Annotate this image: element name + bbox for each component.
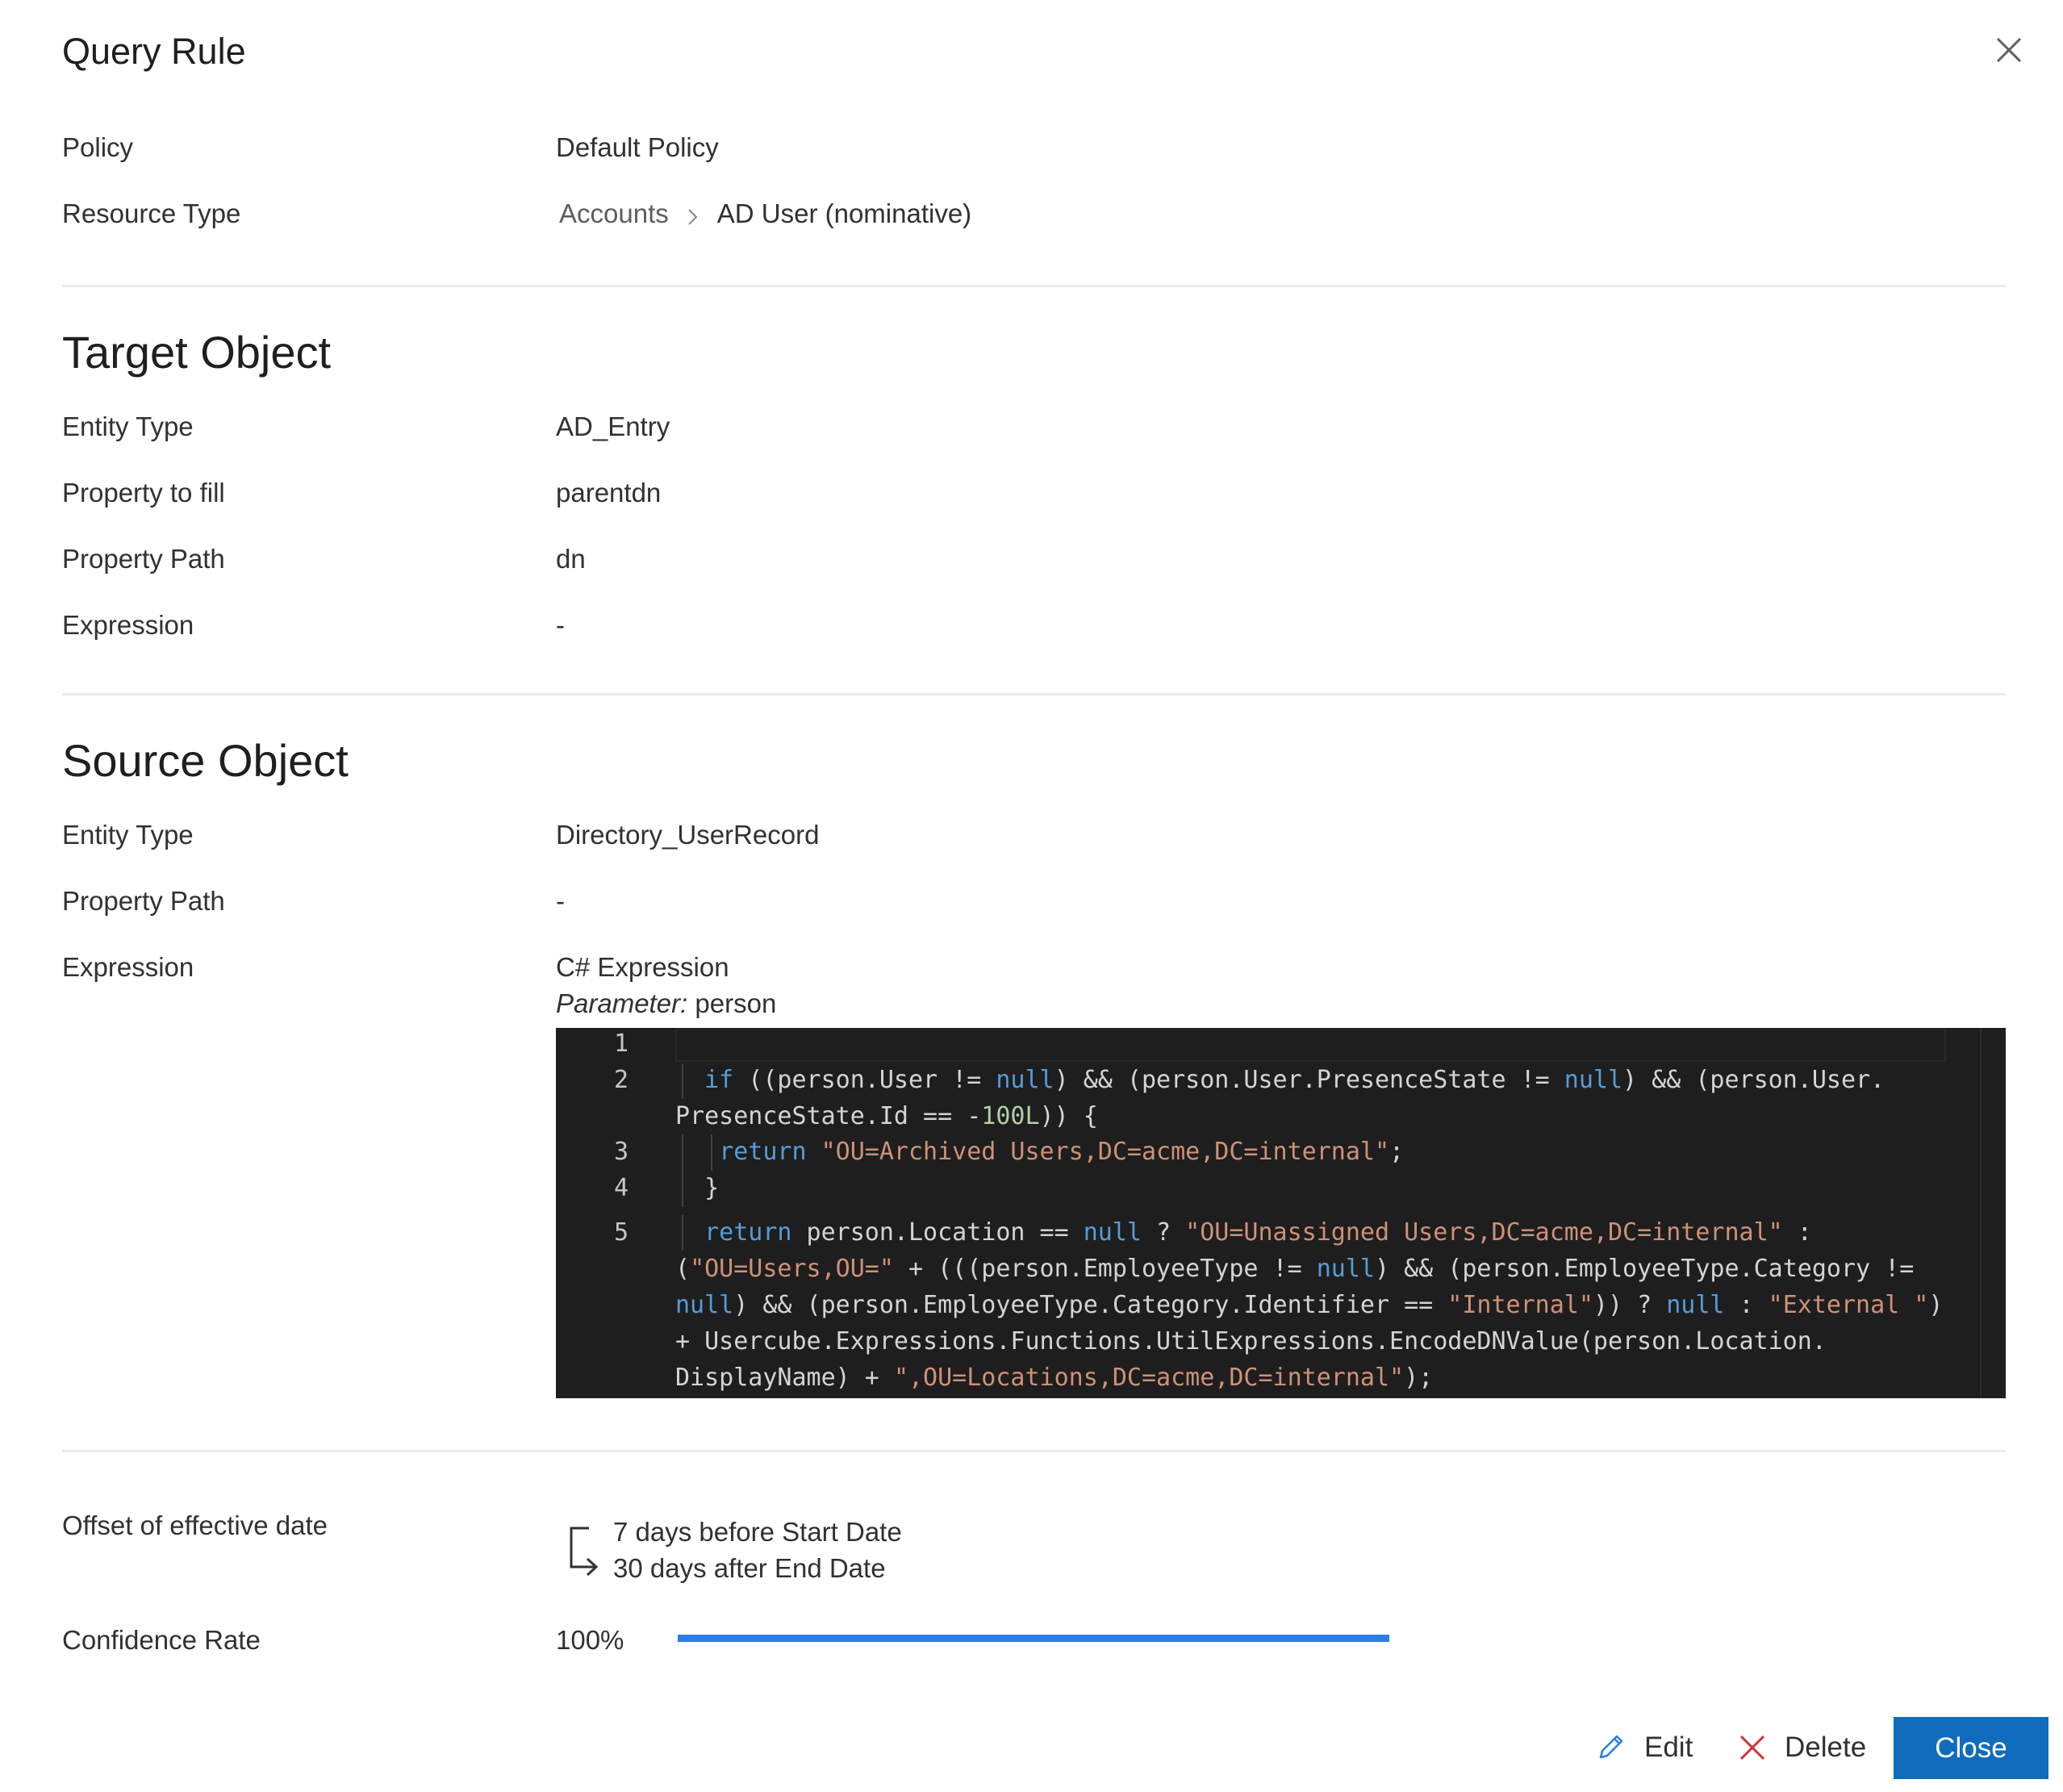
divider	[62, 1450, 2006, 1452]
close-button[interactable]: Close	[1894, 1717, 2048, 1779]
code-line: null) && (person.EmployeeType.Category.I…	[675, 1291, 1944, 1319]
breadcrumb-item-accounts[interactable]: Accounts	[559, 198, 669, 229]
editor-scrollbar[interactable]	[1980, 1028, 2006, 1398]
code-line: }	[675, 1174, 720, 1202]
delete-button[interactable]: Delete	[1738, 1731, 1866, 1764]
resource-type-label: Resource Type	[62, 198, 241, 228]
delete-x-icon	[1739, 1735, 1765, 1761]
line-number: 1	[613, 1030, 629, 1058]
offset-arrow-icon	[566, 1523, 602, 1581]
offset-after: 30 days after End Date	[613, 1553, 886, 1583]
target-property-path-value: dn	[556, 544, 586, 574]
parameter-value: person	[695, 988, 777, 1018]
target-object-heading: Target Object	[62, 327, 332, 378]
resource-type-breadcrumb: Accounts AD User (nominative)	[559, 198, 971, 229]
dialog-title: Query Rule	[62, 31, 246, 72]
edit-button[interactable]: Edit	[1594, 1731, 1693, 1764]
target-expression-label: Expression	[62, 610, 194, 640]
chevron-right-icon	[682, 203, 703, 225]
source-expression-label: Expression	[62, 952, 194, 982]
source-property-path-label: Property Path	[62, 886, 225, 916]
code-line: PresenceState.Id == -100L)) {	[675, 1102, 1098, 1130]
code-line: ("OU=Users,OU=" + (((person.EmployeeType…	[675, 1255, 1915, 1283]
code-line: return person.Location == null ? "OU=Una…	[704, 1218, 1812, 1247]
close-button-label: Close	[1935, 1731, 2007, 1764]
source-entity-type-value: Directory_UserRecord	[556, 820, 820, 850]
delete-label: Delete	[1785, 1731, 1867, 1763]
pencil-icon	[1599, 1735, 1623, 1759]
confidence-progress-fill	[678, 1635, 1389, 1642]
source-object-heading: Source Object	[62, 735, 349, 786]
confidence-progress-bar	[678, 1635, 1389, 1642]
query-rule-dialog: Query Rule Policy Default Policy Resourc…	[0, 0, 2063, 1792]
property-to-fill-label: Property to fill	[62, 478, 225, 508]
policy-label: Policy	[62, 132, 134, 162]
divider	[62, 693, 2006, 695]
parameter-label: Parameter:	[556, 988, 688, 1018]
policy-value: Default Policy	[556, 132, 719, 162]
target-property-path-label: Property Path	[62, 544, 225, 574]
line-number: 3	[613, 1138, 629, 1166]
offset-before: 7 days before Start Date	[613, 1517, 902, 1547]
code-line: return "OU=Archived Users,DC=acme,DC=int…	[719, 1138, 1405, 1166]
line-number: 5	[613, 1218, 629, 1247]
source-entity-type-label: Entity Type	[62, 820, 194, 850]
edit-label: Edit	[1644, 1731, 1693, 1763]
source-property-path-value: -	[556, 886, 565, 916]
confidence-label: Confidence Rate	[62, 1625, 261, 1655]
target-expression-value: -	[556, 610, 565, 640]
active-line-highlight	[675, 1028, 1946, 1062]
close-icon[interactable]	[1993, 34, 2025, 66]
code-line: DisplayName) + ",OU=Locations,DC=acme,DC…	[675, 1364, 1434, 1392]
divider	[62, 285, 2006, 287]
expression-parameter: Parameter: person	[556, 988, 776, 1019]
code-editor[interactable]: 1 2 3 4 5 if ((person.User != null) && (…	[556, 1028, 2006, 1398]
target-entity-type-label: Entity Type	[62, 411, 194, 441]
code-line: if ((person.User != null) && (person.Use…	[704, 1066, 1886, 1094]
line-number: 2	[613, 1066, 629, 1094]
property-to-fill-value: parentdn	[556, 478, 662, 508]
line-number: 4	[613, 1174, 629, 1202]
offset-label: Offset of effective date	[62, 1510, 328, 1540]
expression-type: C# Expression	[556, 952, 729, 982]
confidence-value: 100%	[556, 1625, 624, 1655]
code-line: + Usercube.Expressions.Functions.UtilExp…	[675, 1327, 1827, 1355]
target-entity-type-value: AD_Entry	[556, 411, 670, 441]
breadcrumb-item-ad-user: AD User (nominative)	[716, 198, 972, 228]
